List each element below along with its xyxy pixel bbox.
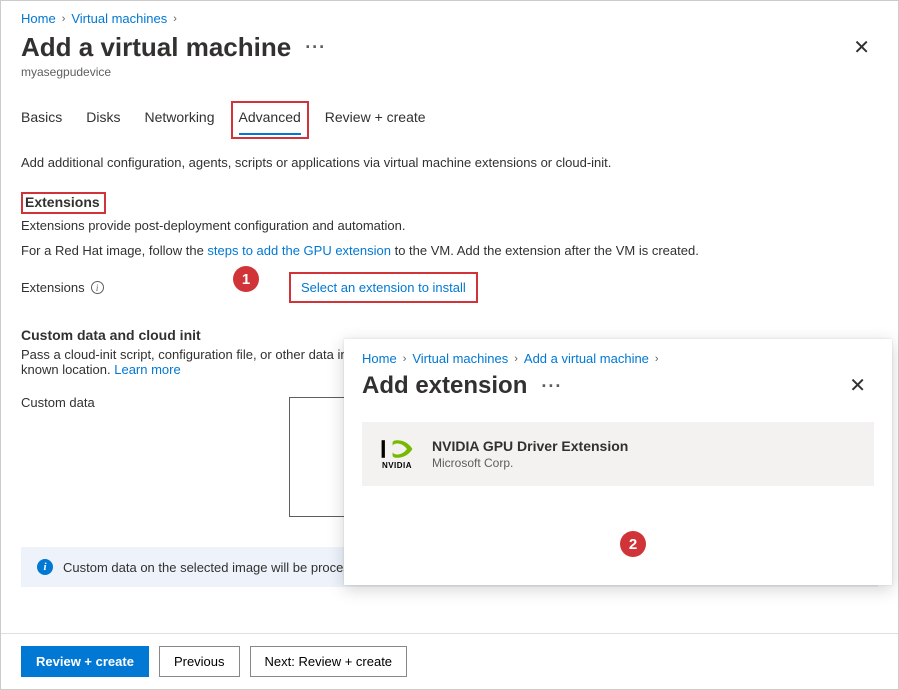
page-title: Add a virtual machine ··· bbox=[21, 32, 326, 63]
callout-box-select-extension: Select an extension to install bbox=[289, 272, 478, 303]
review-create-button[interactable]: Review + create bbox=[21, 646, 149, 677]
info-icon[interactable]: i bbox=[91, 281, 104, 294]
page-subtitle: myasegpudevice bbox=[21, 65, 878, 79]
overlay-title-text: Add extension bbox=[362, 372, 527, 400]
chevron-right-icon: › bbox=[62, 13, 66, 25]
callout-badge-1: 1 bbox=[233, 266, 259, 292]
advanced-intro-text: Add additional configuration, agents, sc… bbox=[21, 155, 878, 170]
more-actions-button[interactable]: ··· bbox=[305, 37, 326, 58]
breadcrumb-home[interactable]: Home bbox=[21, 11, 56, 26]
nvidia-logo-icon: NVIDIA bbox=[380, 438, 414, 470]
chevron-right-icon: › bbox=[173, 13, 177, 25]
breadcrumb: Home › Virtual machines › Add a virtual … bbox=[362, 351, 874, 366]
redhat-suffix: to the VM. Add the extension after the V… bbox=[391, 243, 699, 258]
close-icon[interactable]: ✕ bbox=[845, 34, 878, 62]
extensions-heading: Extensions bbox=[25, 194, 100, 210]
nvidia-logo-text: NVIDIA bbox=[382, 461, 412, 470]
extension-card-publisher: Microsoft Corp. bbox=[432, 456, 628, 470]
overlay-title: Add extension ··· bbox=[362, 372, 562, 400]
tabs: Basics Disks Networking Advanced Review … bbox=[21, 105, 878, 137]
extensions-field-label: Extensions bbox=[21, 280, 85, 295]
tab-networking[interactable]: Networking bbox=[144, 105, 214, 137]
breadcrumb-home[interactable]: Home bbox=[362, 351, 397, 366]
tab-basics[interactable]: Basics bbox=[21, 105, 62, 137]
extension-card-title: NVIDIA GPU Driver Extension bbox=[432, 438, 628, 454]
chevron-right-icon: › bbox=[655, 353, 659, 365]
callout-box-extensions-heading: Extensions bbox=[21, 192, 106, 214]
breadcrumb-virtual-machines[interactable]: Virtual machines bbox=[71, 11, 167, 26]
breadcrumb-add-vm[interactable]: Add a virtual machine bbox=[524, 351, 649, 366]
gpu-extension-steps-link[interactable]: steps to add the GPU extension bbox=[207, 243, 391, 258]
callout-box-advanced-tab: Advanced bbox=[231, 101, 309, 139]
select-extension-link[interactable]: Select an extension to install bbox=[301, 280, 466, 295]
custom-data-learn-more-link[interactable]: Learn more bbox=[114, 362, 180, 377]
close-icon[interactable]: ✕ bbox=[841, 372, 874, 400]
wizard-footer: Review + create Previous Next: Review + … bbox=[1, 633, 898, 689]
breadcrumb-virtual-machines[interactable]: Virtual machines bbox=[412, 351, 508, 366]
extensions-desc: Extensions provide post-deployment confi… bbox=[21, 218, 878, 233]
next-button[interactable]: Next: Review + create bbox=[250, 646, 408, 677]
custom-data-field-label: Custom data bbox=[21, 395, 95, 410]
page-title-text: Add a virtual machine bbox=[21, 32, 291, 63]
breadcrumb: Home › Virtual machines › bbox=[21, 11, 878, 26]
redhat-prefix: For a Red Hat image, follow the bbox=[21, 243, 207, 258]
tab-review-create[interactable]: Review + create bbox=[325, 105, 426, 137]
tab-disks[interactable]: Disks bbox=[86, 105, 120, 137]
chevron-right-icon: › bbox=[403, 353, 407, 365]
previous-button[interactable]: Previous bbox=[159, 646, 240, 677]
tab-advanced[interactable]: Advanced bbox=[239, 105, 301, 135]
more-actions-button[interactable]: ··· bbox=[541, 376, 562, 397]
callout-badge-2: 2 bbox=[620, 531, 646, 557]
chevron-right-icon: › bbox=[514, 353, 518, 365]
extension-card-nvidia[interactable]: NVIDIA NVIDIA GPU Driver Extension Micro… bbox=[362, 422, 874, 486]
redhat-note: For a Red Hat image, follow the steps to… bbox=[21, 243, 878, 258]
info-icon: i bbox=[37, 559, 53, 575]
add-extension-panel: Home › Virtual machines › Add a virtual … bbox=[344, 339, 892, 585]
